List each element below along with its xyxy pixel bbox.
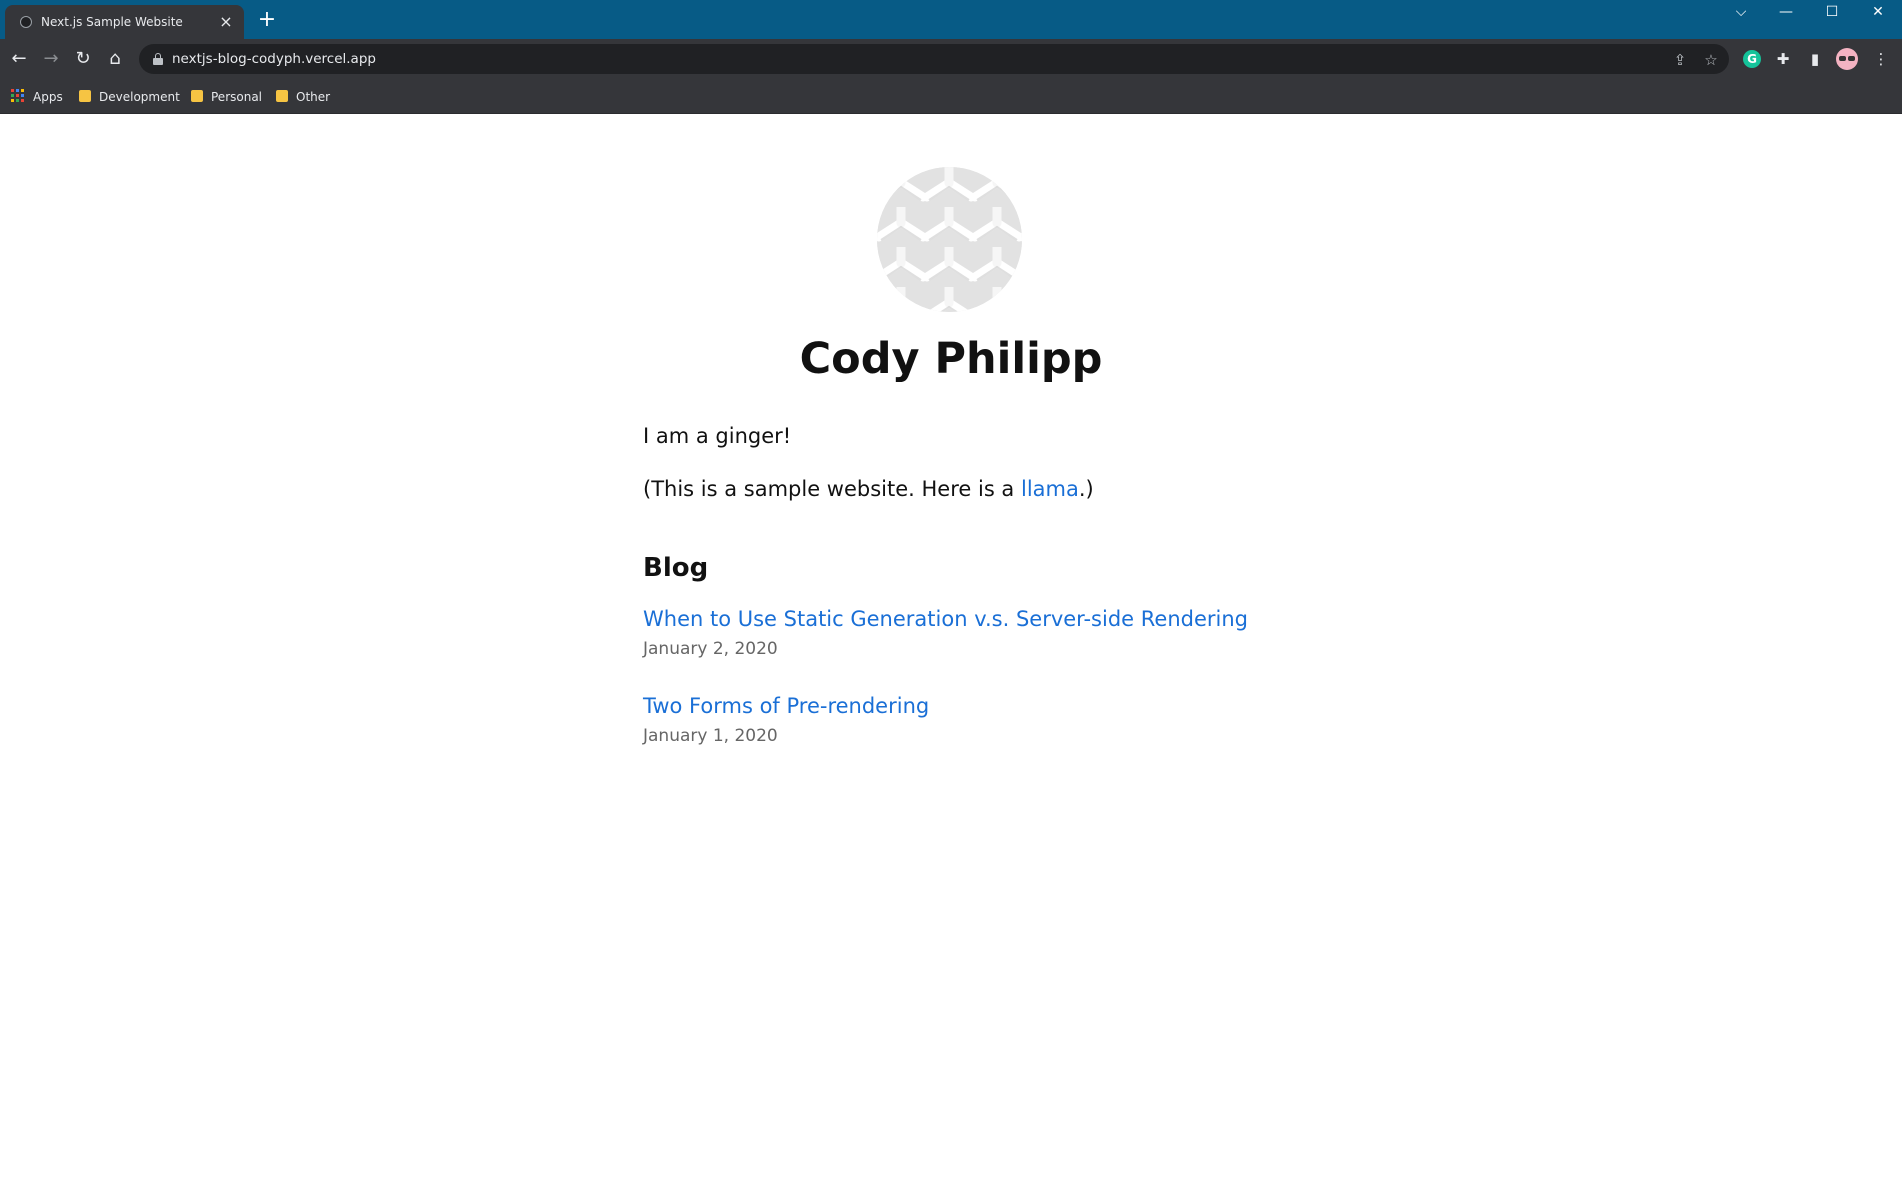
intro-text: I am a ginger!: [643, 424, 792, 448]
intro-sample-text: (This is a sample website. Here is a lla…: [643, 477, 1094, 501]
lock-icon[interactable]: [153, 53, 163, 65]
page-content: Cody Philipp I am a ginger! (This is a s…: [0, 114, 1902, 1186]
tab-nextjs-sample[interactable]: Next.js Sample Website ×: [5, 5, 244, 39]
blog-post-link[interactable]: When to Use Static Generation v.s. Serve…: [643, 607, 1248, 631]
folder-icon: [191, 90, 203, 102]
tab-title: Next.js Sample Website: [41, 15, 183, 29]
bookmark-star-icon[interactable]: ☆: [1701, 50, 1721, 70]
menu-icon[interactable]: ⋮: [1870, 48, 1892, 70]
profile-image: [877, 167, 1022, 312]
bookmarks-bar: Apps Development Personal Other: [0, 79, 1902, 114]
url-text[interactable]: nextjs-blog-codyph.vercel.app: [172, 51, 376, 67]
address-bar[interactable]: nextjs-blog-codyph.vercel.app ⇪ ☆: [139, 44, 1729, 74]
puzzle-icon[interactable]: ✚: [1772, 48, 1794, 70]
blog-post-item: When to Use Static Generation v.s. Serve…: [643, 607, 1248, 659]
intro-sample-prefix: (This is a sample website. Here is a: [643, 477, 1021, 501]
share-icon[interactable]: ⇪: [1670, 50, 1690, 70]
home-button[interactable]: ⌂: [101, 45, 129, 73]
folder-icon: [79, 90, 91, 102]
bookmark-label: Personal: [211, 90, 263, 104]
browser-toolbar: ← → ↻ ⌂ nextjs-blog-codyph.vercel.app ⇪ …: [0, 39, 1902, 79]
forward-button[interactable]: →: [37, 45, 65, 73]
blog-post-item: Two Forms of Pre-rendering January 1, 20…: [643, 694, 929, 746]
bookmark-label: Development: [99, 90, 180, 104]
sidepanel-icon[interactable]: ▮: [1804, 48, 1826, 70]
back-button[interactable]: ←: [5, 45, 33, 73]
reload-button[interactable]: ↻: [69, 45, 97, 73]
bookmark-personal[interactable]: Personal: [191, 88, 262, 106]
intro-sample-suffix: .): [1078, 477, 1094, 501]
profile-avatar-icon[interactable]: [1836, 48, 1858, 70]
minimize-button[interactable]: —: [1763, 0, 1809, 30]
page-title: Cody Philipp: [799, 334, 1103, 384]
bookmark-label: Other: [296, 90, 331, 104]
blog-post-date: January 2, 2020: [643, 639, 778, 659]
nextjs-favicon-icon: [20, 16, 32, 28]
llama-link[interactable]: llama: [1021, 477, 1079, 501]
close-window-button[interactable]: ✕: [1855, 0, 1901, 30]
blog-post-date: January 1, 2020: [643, 726, 778, 746]
tab-close-icon[interactable]: ×: [216, 12, 236, 32]
new-tab-button[interactable]: +: [255, 9, 279, 33]
apps-grid-icon: [11, 89, 25, 103]
browser-titlebar: Next.js Sample Website × + ⌵ — ☐ ✕: [0, 0, 1902, 39]
grammarly-icon[interactable]: G: [1743, 50, 1761, 68]
maximize-button[interactable]: ☐: [1809, 0, 1855, 30]
bookmark-label: Apps: [33, 90, 63, 104]
bookmark-development[interactable]: Development: [79, 88, 180, 106]
folder-icon: [276, 90, 288, 102]
blog-post-link[interactable]: Two Forms of Pre-rendering: [643, 694, 929, 718]
blog-heading: Blog: [643, 553, 709, 583]
bookmark-apps[interactable]: Apps: [11, 88, 63, 106]
bookmark-other[interactable]: Other: [276, 88, 330, 106]
tab-search-button[interactable]: ⌵: [1718, 0, 1764, 30]
